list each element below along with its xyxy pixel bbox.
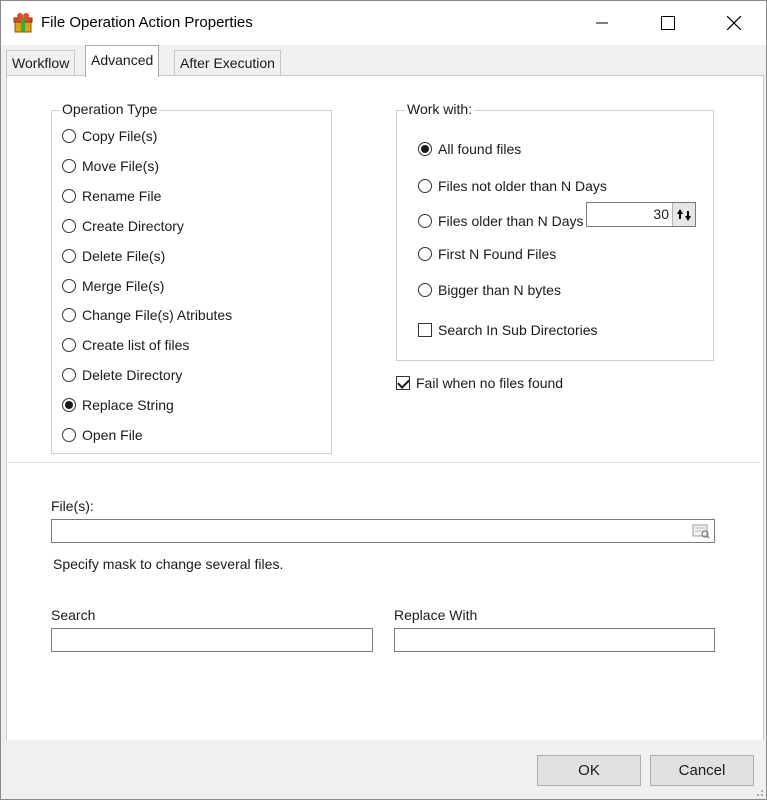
replace-with-label: Replace With	[394, 607, 478, 623]
work-radio-not-older[interactable]: Files not older than N Days	[418, 178, 607, 194]
op-label: Rename File	[82, 188, 162, 204]
op-radio-delete-files[interactable]: Delete File(s)	[62, 248, 165, 264]
radio-circle[interactable]	[62, 338, 76, 352]
op-label: Copy File(s)	[82, 128, 158, 144]
work-radio-all-found[interactable]: All found files	[418, 141, 521, 157]
tab-strip: Workflow Advanced After Execution	[1, 45, 766, 77]
radio-circle[interactable]	[62, 428, 76, 442]
work-label: Files older than N Days	[438, 213, 584, 229]
search-label: Search	[51, 607, 96, 623]
op-label: Move File(s)	[82, 158, 160, 174]
op-radio-delete-directory[interactable]: Delete Directory	[62, 367, 182, 383]
radio-circle[interactable]	[62, 159, 76, 173]
search-subdirs-checkbox[interactable]	[418, 323, 432, 337]
op-label: Merge File(s)	[82, 278, 165, 294]
minimize-button[interactable]	[579, 1, 625, 45]
work-radio-older[interactable]: Files older than N Days	[418, 213, 584, 229]
work-radio-bigger[interactable]: Bigger than N bytes	[418, 282, 561, 298]
replace-with-input[interactable]	[394, 628, 715, 652]
op-label: Delete Directory	[82, 367, 183, 383]
work-with-legend: Work with:	[405, 101, 475, 117]
dialog-window: File Operation Action Properties Workflo…	[0, 0, 767, 800]
title-bar: File Operation Action Properties	[1, 1, 766, 45]
close-button[interactable]	[711, 1, 757, 45]
op-radio-copy-files[interactable]: Copy File(s)	[62, 128, 157, 144]
op-label: Create Directory	[82, 218, 184, 234]
maximize-button[interactable]	[645, 1, 691, 45]
op-radio-create-directory[interactable]: Create Directory	[62, 218, 184, 234]
operation-type-legend: Operation Type	[60, 101, 160, 117]
search-input[interactable]	[51, 628, 373, 652]
radio-circle[interactable]	[62, 129, 76, 143]
radio-circle[interactable]	[62, 249, 76, 263]
op-radio-move-files[interactable]: Move File(s)	[62, 158, 159, 174]
updown-arrows-icon	[677, 208, 691, 221]
files-input[interactable]	[51, 519, 715, 543]
op-radio-open-file[interactable]: Open File	[62, 427, 143, 443]
resize-grip-icon[interactable]	[754, 787, 764, 797]
op-radio-merge-files[interactable]: Merge File(s)	[62, 278, 164, 294]
close-icon	[727, 16, 741, 30]
radio-circle-checked[interactable]	[62, 398, 76, 412]
work-label: Files not older than N Days	[438, 178, 607, 194]
op-radio-change-attributes[interactable]: Change File(s) Atributes	[62, 307, 232, 323]
gift-box-icon	[13, 13, 33, 33]
advanced-tab-page: Operation Type Copy File(s) Move File(s)…	[6, 75, 764, 741]
radio-circle[interactable]	[62, 279, 76, 293]
radio-circle[interactable]	[418, 283, 432, 297]
cancel-button[interactable]: Cancel	[650, 755, 754, 786]
fail-no-files-label: Fail when no files found	[416, 375, 564, 391]
op-label: Change File(s) Atributes	[82, 307, 233, 323]
n-value[interactable]: 30	[653, 206, 669, 222]
op-label: Replace String	[82, 397, 174, 413]
file-parameters-section: File(s): Specify mask to change several …	[8, 462, 760, 737]
work-label: All found files	[438, 141, 522, 157]
minimize-icon	[596, 22, 608, 24]
radio-circle[interactable]	[62, 308, 76, 322]
op-label: Open File	[82, 427, 143, 443]
spinner-button[interactable]	[672, 203, 695, 226]
maximize-icon	[661, 16, 675, 30]
radio-circle[interactable]	[418, 179, 432, 193]
window-title: File Operation Action Properties	[41, 14, 253, 31]
tab-after-execution[interactable]: After Execution	[174, 50, 281, 75]
work-radio-first-n[interactable]: First N Found Files	[418, 246, 556, 262]
work-label: Bigger than N bytes	[438, 282, 561, 298]
work-with-group: Work with: All found files Files not old…	[396, 101, 714, 361]
tab-workflow[interactable]: Workflow	[6, 50, 76, 75]
button-bar: OK Cancel	[1, 740, 766, 799]
n-value-spinner[interactable]: 30	[586, 202, 696, 227]
files-label: File(s):	[51, 498, 94, 514]
fail-no-files-checkbox-row[interactable]: Fail when no files found	[396, 375, 563, 391]
files-hint: Specify mask to change several files.	[53, 556, 284, 572]
radio-circle[interactable]	[418, 247, 432, 261]
op-radio-create-list[interactable]: Create list of files	[62, 337, 189, 353]
radio-circle[interactable]	[62, 219, 76, 233]
radio-circle[interactable]	[418, 214, 432, 228]
radio-circle[interactable]	[62, 368, 76, 382]
op-label: Delete File(s)	[82, 248, 166, 264]
fail-no-files-checkbox[interactable]	[396, 376, 410, 390]
radio-circle[interactable]	[62, 189, 76, 203]
op-label: Create list of files	[82, 337, 190, 353]
op-radio-rename-file[interactable]: Rename File	[62, 188, 161, 204]
work-label: First N Found Files	[438, 246, 557, 262]
operation-type-group: Operation Type Copy File(s) Move File(s)…	[51, 101, 332, 454]
folder-browse-icon[interactable]	[692, 523, 710, 539]
radio-circle-checked[interactable]	[418, 142, 432, 156]
search-subdirs-checkbox-row[interactable]: Search In Sub Directories	[418, 322, 598, 338]
ok-button[interactable]: OK	[537, 755, 641, 786]
op-radio-replace-string[interactable]: Replace String	[62, 397, 174, 413]
tab-advanced[interactable]: Advanced	[85, 45, 160, 77]
search-subdirs-label: Search In Sub Directories	[438, 322, 598, 338]
